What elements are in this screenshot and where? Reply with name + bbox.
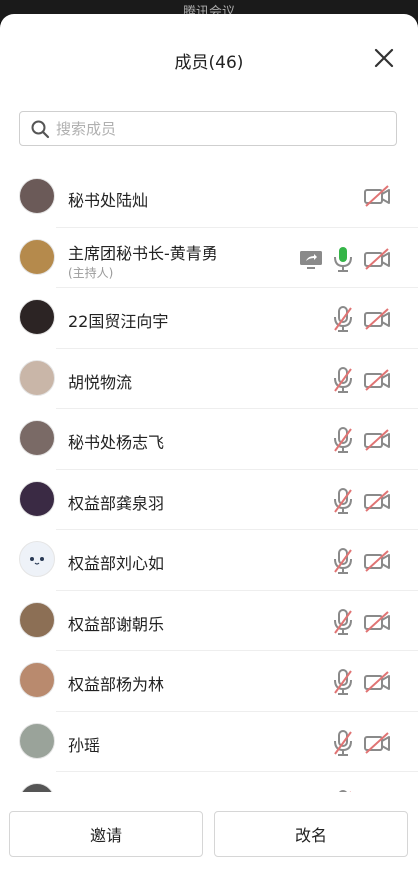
microphone-muted-icon[interactable] [333,790,353,792]
member-name: 胡悦物流 [68,372,133,392]
member-row[interactable]: 权益部谢朝乐 [0,591,418,651]
member-status-icons [353,185,391,207]
member-name: 主席团秘书长-黄青勇 [68,243,218,263]
member-row[interactable]: 22国贸汪向宇 [0,288,418,349]
member-status-icons [323,548,391,574]
footer-bar: 邀请 改名 [0,796,418,888]
avatar [19,722,55,759]
camera-off-icon[interactable] [363,429,391,451]
member-row[interactable]: 秘书处杨志飞 [0,409,418,470]
avatar [19,541,55,577]
member-status-icons [323,366,391,393]
close-icon [374,48,394,68]
camera-off-icon[interactable] [363,247,391,270]
member-status-icons [323,790,391,792]
avatar [19,662,55,698]
members-sheet: 成员(46) 秘书处陆灿主席团秘书长-黄青勇(主持人)22国贸汪向宇胡悦物流秘书… [0,14,418,888]
member-status-icons [323,427,391,453]
member-status-icons [323,608,391,635]
member-row[interactable]: 主席团秘书长-黄青勇 (主持人) [0,228,418,288]
ghost-face-icon [30,557,44,565]
host-label: (主持人) [68,265,114,280]
member-status-icons [323,487,391,514]
avatar [19,299,55,335]
invite-button[interactable]: 邀请 [9,811,203,857]
member-name: 权益部龚泉羽 [68,493,165,513]
camera-off-icon[interactable] [363,671,391,693]
member-status-icons [323,306,391,332]
camera-off-icon[interactable] [363,731,391,754]
member-name: 秘书处陆灿 [68,191,149,210]
camera-off-icon[interactable] [363,610,391,633]
member-status-icons [323,729,391,756]
member-name: 孙瑶 [68,735,101,755]
camera-off-icon[interactable] [363,550,391,572]
member-name: 权益部杨为林 [68,675,165,694]
microphone-muted-icon[interactable] [333,427,353,453]
microphone-icon[interactable] [333,246,353,272]
member-row[interactable]: 权益部刘心如 [0,530,418,591]
member-row[interactable]: 权益部龚泉羽 [0,470,418,530]
microphone-muted-icon[interactable] [333,366,353,393]
member-name: 权益部刘心如 [68,554,165,573]
rename-button[interactable]: 改名 [214,811,408,857]
member-status-icons [323,669,391,695]
avatar [19,480,55,517]
avatar [19,601,55,638]
member-list[interactable]: 秘书处陆灿主席团秘书长-黄青勇 (主持人) 22国贸汪向宇 胡悦物流秘书处杨志飞 权益部… [0,167,418,792]
microphone-muted-icon[interactable] [333,669,353,695]
member-name: 秘书处杨志飞 [68,433,165,452]
screen-share-icon[interactable] [299,249,323,269]
avatar [19,238,55,275]
search-input[interactable] [54,118,378,139]
microphone-muted-icon[interactable] [333,306,353,332]
member-row[interactable] [0,772,418,792]
microphone-muted-icon[interactable] [333,487,353,514]
sheet-header: 成员(46) [0,14,418,102]
members-title: 成员(46) [174,53,244,73]
microphone-muted-icon[interactable] [333,608,353,635]
member-name: 22国贸汪向宇 [68,312,169,331]
avatar [19,359,55,396]
member-name: 权益部谢朝乐 [68,614,165,634]
member-row[interactable]: 秘书处陆灿 [0,167,418,228]
member-status-icons [289,246,391,272]
microphone-muted-icon[interactable] [333,729,353,756]
microphone-muted-icon[interactable] [333,548,353,574]
search-icon [31,120,50,138]
member-row[interactable]: 权益部杨为林 [0,651,418,712]
search-box[interactable] [19,111,397,146]
member-row[interactable]: 胡悦物流 [0,349,418,409]
member-row[interactable]: 孙瑶 [0,712,418,772]
avatar [19,178,55,214]
camera-off-icon[interactable] [363,368,391,391]
close-button[interactable] [372,46,396,70]
camera-off-icon[interactable] [363,185,391,207]
camera-off-icon[interactable] [363,489,391,512]
camera-off-icon[interactable] [363,308,391,330]
avatar [19,783,55,792]
avatar [19,420,55,456]
